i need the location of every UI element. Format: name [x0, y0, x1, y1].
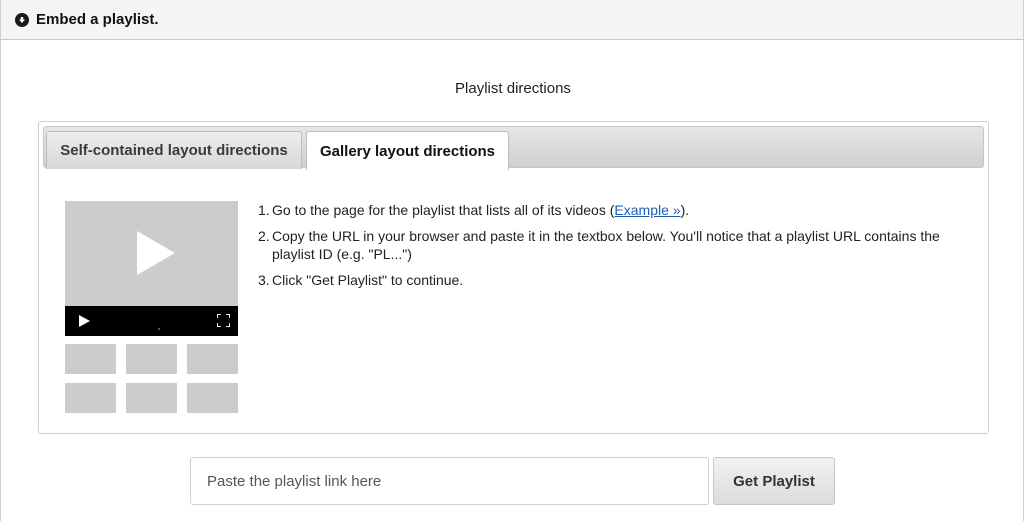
mock-thumbnail	[65, 383, 116, 413]
mock-thumbnail	[187, 383, 238, 413]
step-number: 2.	[258, 228, 270, 244]
playlist-input-row: Get Playlist	[190, 457, 835, 505]
step-text: Click "Get Playlist" to continue.	[272, 272, 464, 288]
example-link[interactable]: Example »	[614, 202, 680, 218]
play-icon	[137, 231, 175, 275]
step-number: 3.	[258, 272, 270, 288]
fullscreen-icon	[217, 314, 230, 327]
tab-self-contained-layout[interactable]: Self-contained layout directions	[46, 131, 302, 169]
mock-thumbnail	[126, 383, 177, 413]
panel-header[interactable]: Embed a playlist.	[1, 0, 1023, 40]
mock-video-screen	[65, 201, 238, 306]
mock-thumbnail	[65, 344, 116, 374]
gallery-layout-illustration	[65, 201, 238, 413]
direction-step-1: 1. Go to the page for the playlist that …	[258, 201, 973, 219]
panel-title: Embed a playlist.	[36, 11, 159, 28]
playlist-link-input[interactable]	[190, 457, 709, 505]
step-text-before: Go to the page for the playlist that lis…	[272, 202, 615, 218]
direction-step-3: 3. Click "Get Playlist" to continue.	[258, 271, 973, 289]
mock-thumbnail	[126, 344, 177, 374]
circle-arrow-down-icon[interactable]	[15, 12, 29, 27]
embed-playlist-panel: Embed a playlist. Playlist directions Se…	[0, 0, 1024, 521]
directions-list: 1. Go to the page for the playlist that …	[258, 201, 973, 297]
progress-dot	[158, 328, 160, 330]
direction-step-2: 2. Copy the URL in your browser and past…	[258, 227, 973, 263]
mock-thumbnail	[187, 344, 238, 374]
step-text-after: ).	[680, 202, 690, 218]
mock-video-controls	[65, 306, 238, 336]
step-text: Go to the page for the playlist that lis…	[272, 201, 689, 219]
tab-bar: Self-contained layout directions Gallery…	[43, 126, 984, 170]
tab-gallery-layout[interactable]: Gallery layout directions	[306, 131, 509, 170]
section-title: Playlist directions	[455, 80, 571, 97]
get-playlist-button[interactable]: Get Playlist	[713, 457, 835, 505]
tabs-container: Self-contained layout directions Gallery…	[38, 121, 989, 434]
step-text: Copy the URL in your browser and paste i…	[272, 228, 940, 262]
step-number: 1.	[258, 202, 270, 218]
play-icon	[79, 315, 90, 327]
